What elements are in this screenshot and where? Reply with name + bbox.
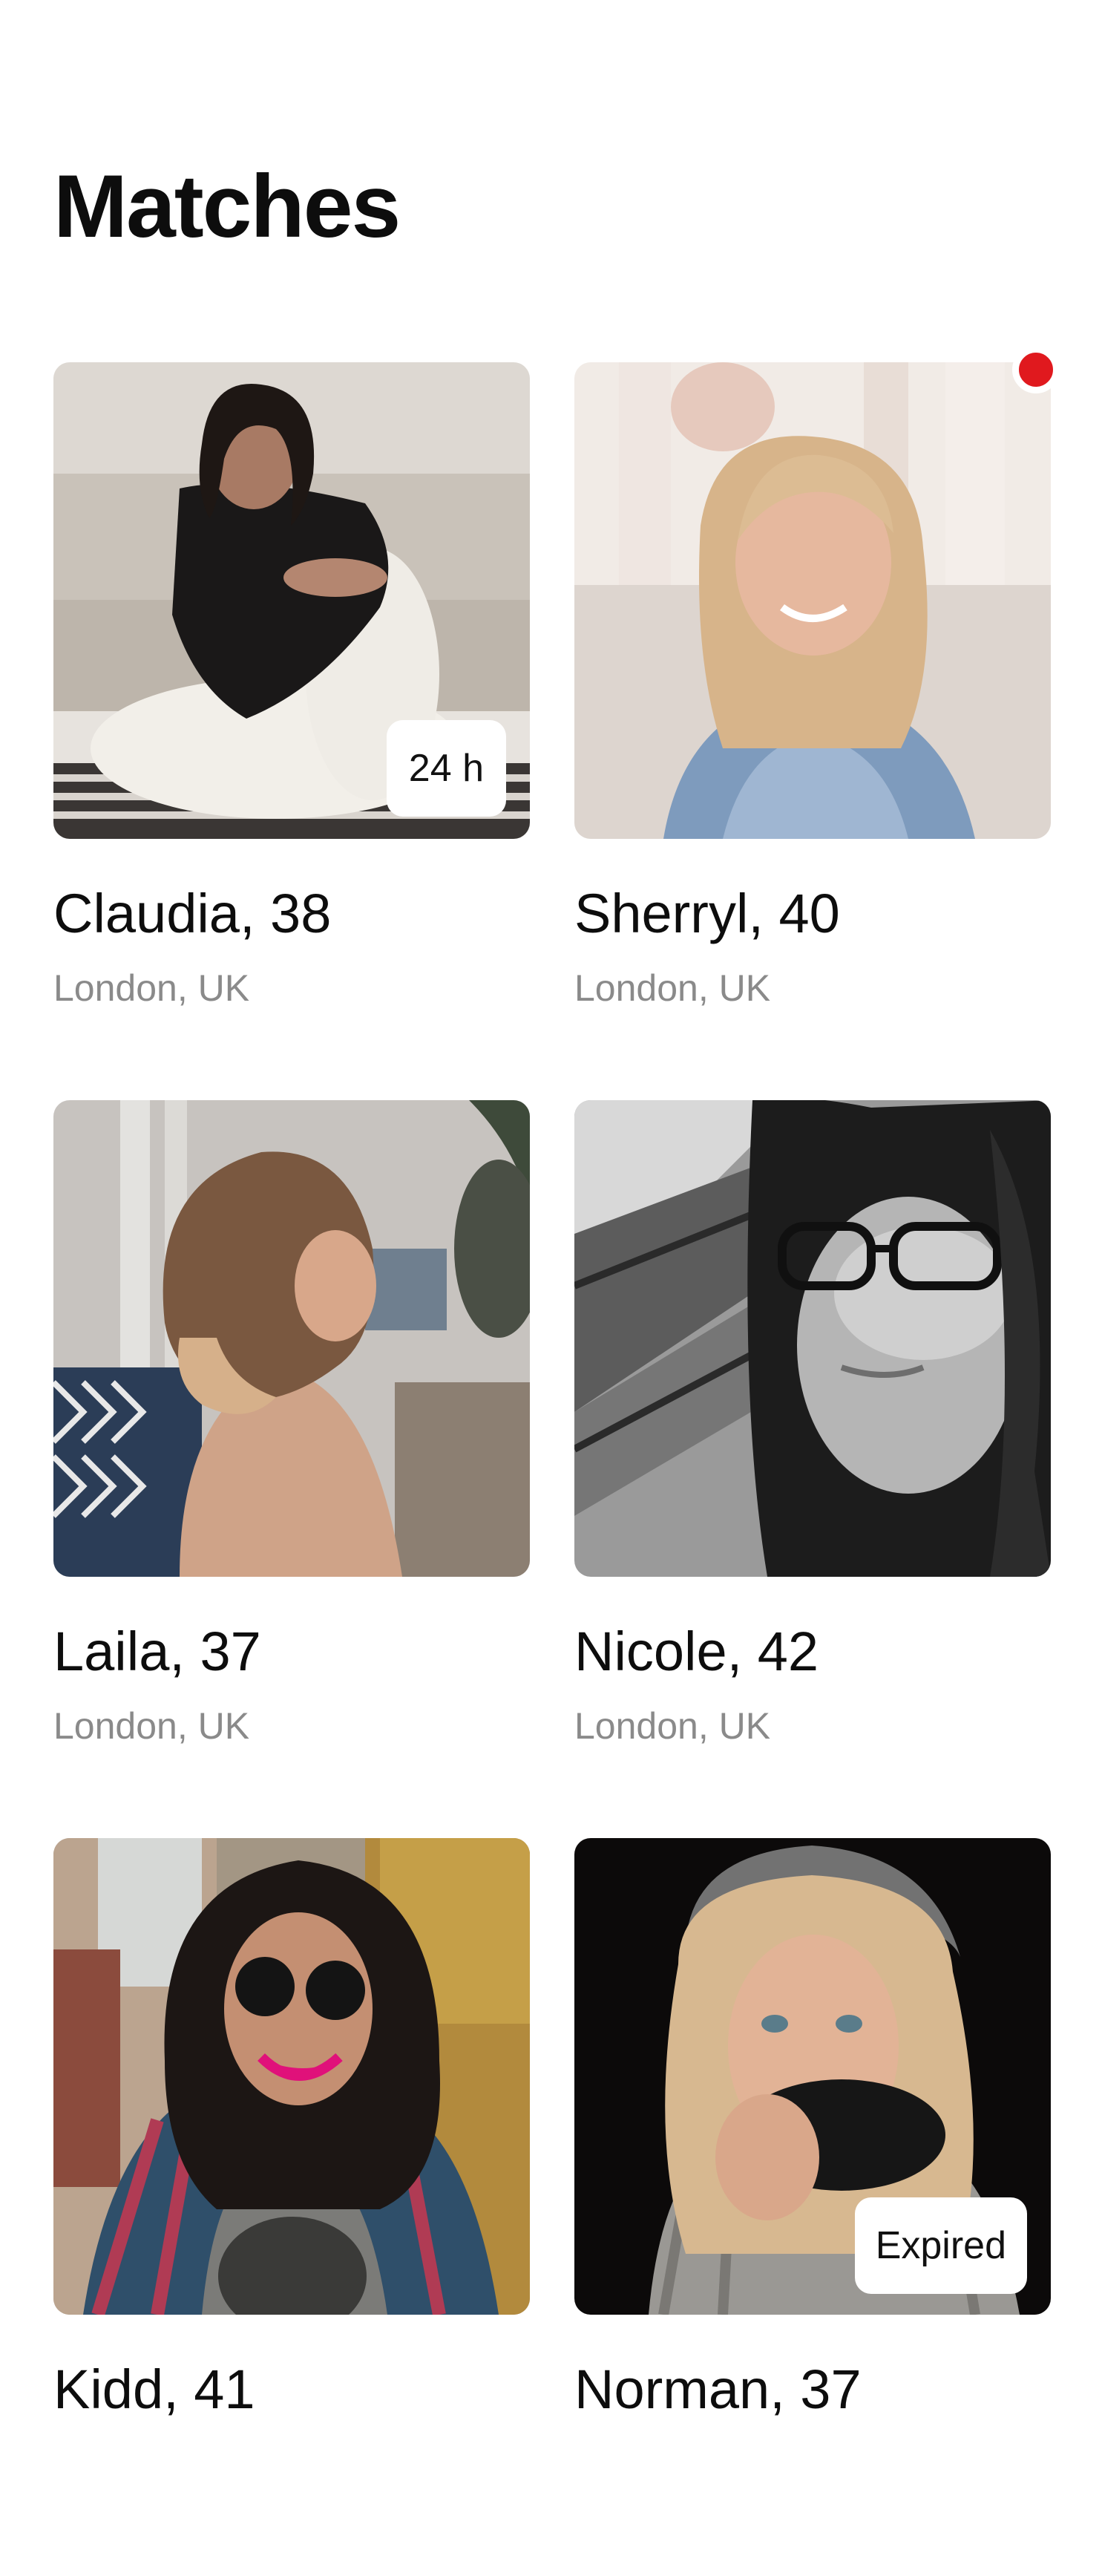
match-location: London, UK bbox=[53, 967, 250, 1009]
profile-photo-image bbox=[574, 362, 1051, 839]
match-card-kidd[interactable]: Kidd, 41 bbox=[53, 1838, 530, 2576]
match-name: Norman, 37 bbox=[574, 2358, 862, 2420]
match-name: Nicole, 42 bbox=[574, 1621, 819, 1682]
expired-badge: Expired bbox=[854, 2197, 1027, 2294]
profile-photo-image bbox=[53, 1838, 530, 2315]
match-name: Claudia, 38 bbox=[53, 883, 332, 944]
profile-photo[interactable] bbox=[574, 1100, 1051, 1577]
match-card-nicole[interactable]: Nicole, 42 London, UK bbox=[574, 1100, 1051, 1838]
profile-photo[interactable] bbox=[574, 362, 1051, 839]
match-location: London, UK bbox=[574, 1705, 771, 1747]
match-location: London, UK bbox=[574, 967, 771, 1009]
match-card-sherryl[interactable]: Sherryl, 40 London, UK bbox=[574, 346, 1060, 1100]
match-name: Kidd, 41 bbox=[53, 2358, 255, 2420]
time-remaining-badge: 24 h bbox=[386, 720, 506, 817]
match-card-claudia[interactable]: 24 h Claudia, 38 London, UK bbox=[53, 362, 530, 1100]
match-name: Sherryl, 40 bbox=[574, 883, 840, 944]
match-name: Laila, 37 bbox=[53, 1621, 261, 1682]
page-title: Matches bbox=[53, 157, 401, 256]
profile-photo[interactable]: 24 h bbox=[53, 362, 530, 839]
unread-indicator bbox=[1012, 346, 1060, 393]
matches-grid: 24 h Claudia, 38 London, UK Sherryl, 40 … bbox=[53, 346, 1060, 2576]
profile-photo[interactable] bbox=[53, 1100, 530, 1577]
match-location: London, UK bbox=[53, 1705, 250, 1747]
profile-photo-image bbox=[53, 1100, 530, 1577]
match-card-laila[interactable]: Laila, 37 London, UK bbox=[53, 1100, 530, 1838]
profile-photo[interactable]: Expired bbox=[574, 1838, 1051, 2315]
match-card-norman[interactable]: Expired Norman, 37 bbox=[574, 1838, 1051, 2576]
profile-photo-image bbox=[574, 1100, 1051, 1577]
profile-photo[interactable] bbox=[53, 1838, 530, 2315]
